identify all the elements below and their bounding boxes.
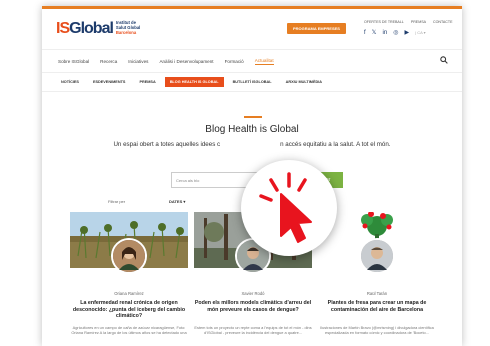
browser-page: IS Global Institut de Salut Global Barce… [42,6,462,346]
author-name: Raül Tarán [366,291,388,296]
subtitle-right: n accés equitatiu a la salut. A tot el m… [280,141,391,148]
logo-subtitle: Institut de Salut Global Barcelona [116,20,140,35]
author-name: Oriana Ramírez [114,291,144,296]
social-links: f 𝕏 in ◎ ▶ | CA ▾ [364,29,426,37]
program-companies-button[interactable]: PROGRAMA EMPRESES [287,23,346,34]
post-excerpt: Agricultores en un campo de caña de azúc… [71,325,187,335]
logo-global: Global [69,20,114,37]
site-header: IS Global Institut de Salut Global Barce… [42,9,462,50]
search-icon[interactable] [440,56,448,66]
facebook-icon[interactable]: f [364,30,366,36]
author-avatar [111,238,147,274]
linkedin-icon[interactable]: in [383,30,388,36]
instagram-icon[interactable]: ◎ [393,29,398,36]
filter-label: Filtrar per [108,199,126,204]
post-excerpt: Estem tots un proyecto un repte coma a l… [194,325,312,335]
twitter-icon[interactable]: 𝕏 [372,29,377,36]
nav-item-research[interactable]: Recerca [100,59,117,64]
nav-item-news[interactable]: Actualitat [254,58,274,65]
subnav-news[interactable]: NOTÍCIES [56,77,84,87]
title-accent [244,116,262,118]
page-title: Blog Health is Global [205,124,299,135]
subnav-multimedia[interactable]: ARXIU MULTIMÈDIA [281,77,327,87]
subnav-blog[interactable]: BLOG HEALTH IS GLOBAL [164,77,224,87]
youtube-icon[interactable]: ▶ [404,29,409,36]
main-nav: Sobre ISGlobal Recerca Iniciatives Anàli… [42,50,462,73]
jobs-link[interactable]: OFERTES DE TREBALL [364,20,404,24]
subnav-events[interactable]: ESDEVENIMENTS [88,77,131,87]
post-headline[interactable]: La enfermedad renal crónica de origen de… [70,300,188,320]
subnav-press[interactable]: PREMSA [134,77,160,87]
language-selector[interactable]: | CA ▾ [415,30,426,35]
click-cursor-icon [241,160,337,256]
nav-item-analysis[interactable]: Anàlisi i Desenvolupament [159,59,213,64]
contact-link[interactable]: CONTACTE [433,20,453,24]
press-link[interactable]: PREMSA [411,20,426,24]
logo-is: IS [56,20,70,37]
dates-filter-dropdown[interactable]: DATES ▾ [169,199,185,204]
subtitle-left: Un espai obert a totes aquelles idees c [113,141,221,148]
isglobal-logo[interactable]: IS Global Institut de Salut Global Barce… [56,20,140,38]
post-headline[interactable]: Plantes de fresa para crear un mapa de c… [318,300,436,313]
blog-card[interactable]: Oriana Ramírez La enfermedad renal cróni… [70,212,188,335]
post-headline[interactable]: Poden els millors models climàtics d'arr… [194,300,312,313]
subnav-newsletter[interactable]: BUTLLETÍ ISGLOBAL [228,77,277,87]
nav-item-about[interactable]: Sobre ISGlobal [58,59,89,64]
nav-item-initiatives[interactable]: Iniciatives [128,59,148,64]
post-excerpt: Ilustraciones de Martín Bravo (@mrisming… [320,325,434,335]
dates-filter-value: DATES [169,199,183,204]
author-name: Xavier Rodó [241,291,265,296]
nav-item-training[interactable]: Formació [225,59,244,64]
page-subtitle: Un espai obert a totes aquelles idees c n… [42,141,462,148]
sub-nav: NOTÍCIES ESDEVENIMENTS PREMSA BLOG HEALT… [42,73,462,92]
chevron-down-icon: ▾ [183,199,186,204]
utility-links: OFERTES DE TREBALL PREMSA CONTACTE [364,20,453,24]
logo-city: Barcelona [115,30,137,35]
author-avatar [359,238,395,274]
